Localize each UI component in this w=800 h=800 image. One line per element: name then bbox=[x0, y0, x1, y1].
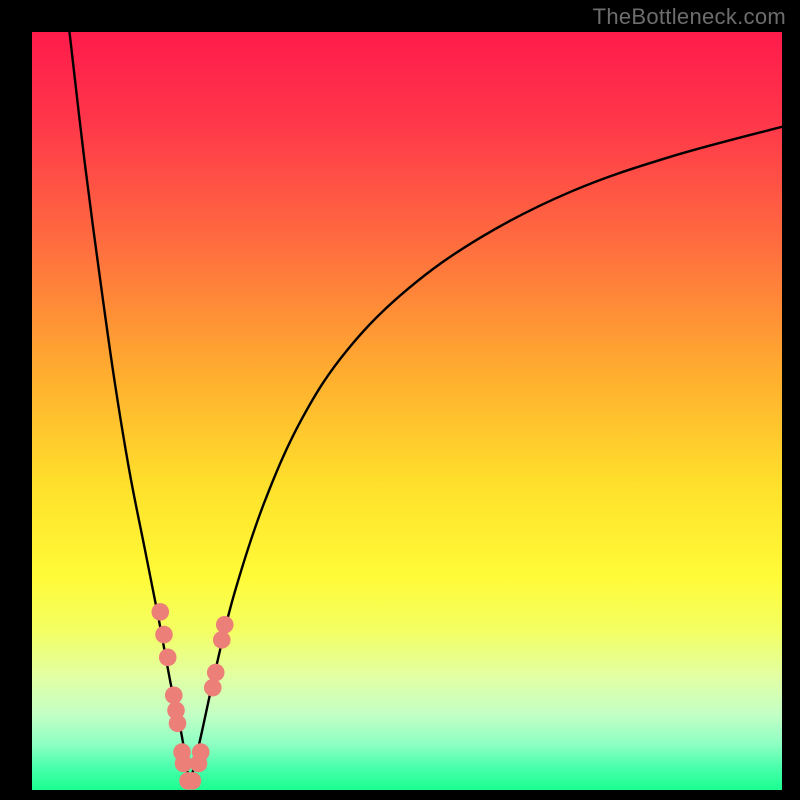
bottleneck-curve-right bbox=[190, 127, 783, 786]
curve-layer bbox=[32, 32, 782, 790]
data-marker bbox=[216, 616, 234, 634]
data-marker bbox=[151, 603, 169, 621]
data-marker bbox=[184, 772, 202, 790]
plot-area bbox=[32, 32, 782, 790]
data-marker bbox=[213, 631, 231, 649]
data-marker bbox=[204, 679, 222, 697]
data-marker bbox=[155, 626, 173, 644]
marker-group bbox=[151, 603, 233, 790]
data-marker bbox=[165, 686, 183, 704]
data-marker bbox=[207, 664, 225, 682]
data-marker bbox=[169, 714, 187, 732]
watermark-text: TheBottleneck.com bbox=[593, 4, 786, 30]
data-marker bbox=[192, 743, 210, 761]
bottleneck-curve-left bbox=[70, 32, 190, 786]
data-marker bbox=[175, 755, 193, 773]
data-marker bbox=[159, 649, 177, 667]
chart-frame: TheBottleneck.com bbox=[0, 0, 800, 800]
